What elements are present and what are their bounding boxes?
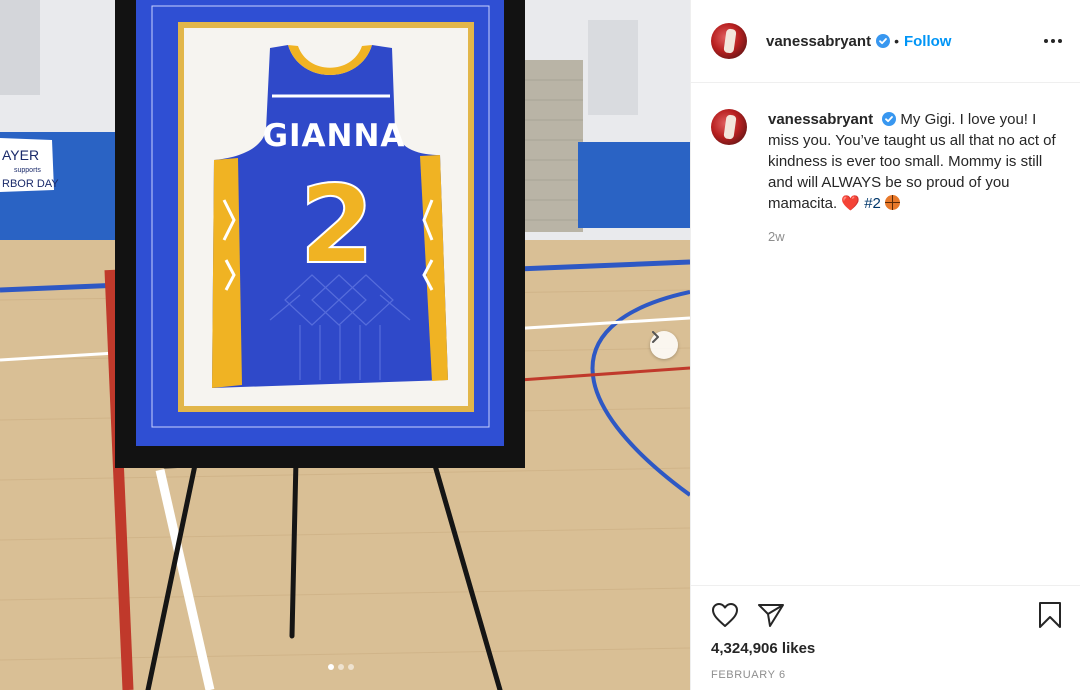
caption-body: vanessabryant My Gigi. I love you! I mis… bbox=[768, 109, 1062, 247]
save-button[interactable] bbox=[1038, 601, 1062, 629]
post-timestamp[interactable]: 2w bbox=[768, 226, 1062, 247]
basketball-emoji-icon bbox=[885, 195, 901, 210]
wall-padding-right bbox=[578, 142, 690, 228]
like-button[interactable] bbox=[711, 602, 739, 628]
post-header: vanessabryant • Follow bbox=[691, 0, 1080, 83]
heart-outline-icon bbox=[712, 603, 738, 627]
jersey-name: GIANNA bbox=[263, 118, 406, 154]
chevron-right-icon bbox=[652, 331, 659, 343]
header-username[interactable]: vanessabryant bbox=[766, 33, 871, 50]
hashtag-link[interactable]: #2 bbox=[864, 195, 881, 212]
carousel-dot bbox=[348, 664, 354, 670]
caption-avatar[interactable] bbox=[711, 109, 747, 145]
caption: vanessabryant My Gigi. I love you! I mis… bbox=[691, 83, 1080, 247]
banner-text-mid: supports bbox=[14, 167, 41, 174]
post-sidebar: vanessabryant • Follow vanessabryant My … bbox=[690, 0, 1080, 690]
verified-badge-icon bbox=[882, 112, 897, 126]
paper-plane-icon bbox=[758, 604, 784, 627]
photo-scene: AYER supports RBOR DAY GIANNA 2 bbox=[0, 0, 690, 690]
banner-text-top: AYER bbox=[2, 147, 39, 163]
heart-emoji-icon: ❤️ bbox=[841, 195, 861, 212]
banner-text-bottom: RBOR DAY bbox=[2, 178, 59, 190]
carousel-dot bbox=[328, 664, 334, 670]
carousel-dot bbox=[338, 664, 344, 670]
gym-door bbox=[525, 60, 583, 232]
header-separator: • bbox=[894, 33, 899, 49]
carousel-next-button[interactable] bbox=[650, 331, 678, 359]
share-button[interactable] bbox=[757, 602, 785, 628]
post-photo[interactable]: AYER supports RBOR DAY GIANNA 2 bbox=[0, 0, 690, 690]
more-options-icon[interactable] bbox=[1044, 39, 1062, 43]
post-date: FEBRUARY 6 bbox=[711, 669, 786, 681]
carousel-indicator bbox=[328, 664, 354, 670]
bookmark-icon bbox=[1039, 602, 1061, 628]
verified-badge-icon bbox=[876, 34, 891, 48]
likes-count[interactable]: 4,324,906 likes bbox=[711, 640, 1062, 657]
follow-button[interactable]: Follow bbox=[904, 33, 952, 50]
avatar[interactable] bbox=[711, 23, 747, 59]
post-actions: 4,324,906 likes FEBRUARY 6 bbox=[691, 585, 1080, 690]
jersey-number: 2 bbox=[299, 163, 374, 288]
caption-username[interactable]: vanessabryant bbox=[768, 111, 873, 128]
